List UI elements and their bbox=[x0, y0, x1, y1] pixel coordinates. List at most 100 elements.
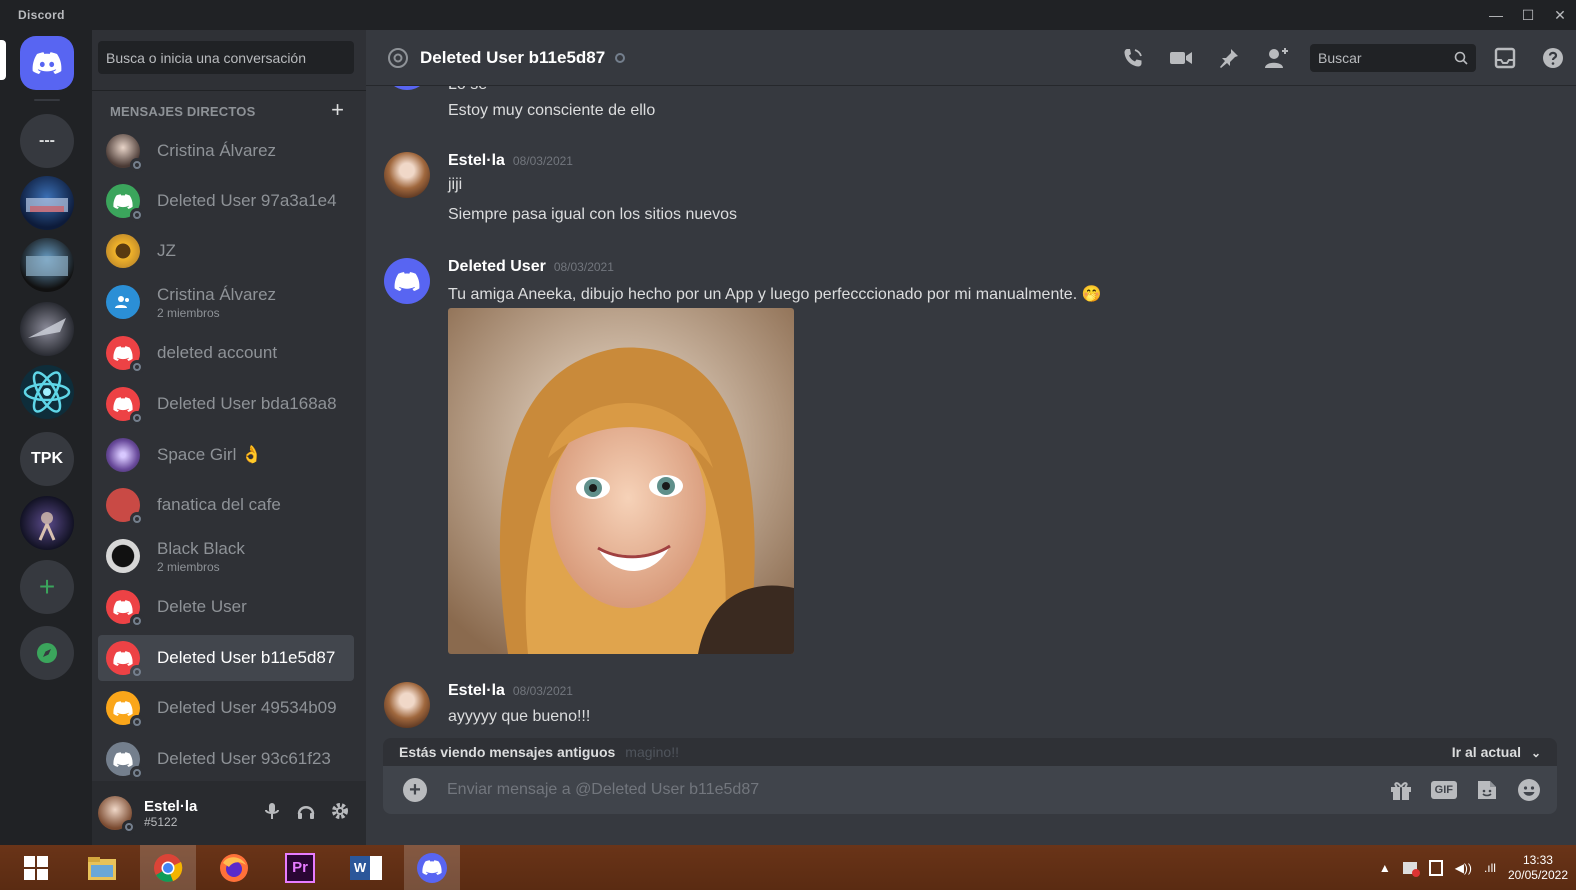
add-server-button[interactable]: + bbox=[20, 560, 74, 614]
chat-toolbar: Buscar bbox=[1118, 30, 1576, 86]
settings-gear-icon[interactable] bbox=[330, 801, 350, 821]
taskbar-file-explorer[interactable] bbox=[74, 845, 130, 890]
dm-item[interactable]: Deleted User 93c61f23 bbox=[98, 736, 354, 782]
dm-item[interactable]: JZ bbox=[98, 228, 354, 274]
taskbar-premiere[interactable]: Pr bbox=[272, 845, 328, 890]
dm-item[interactable]: Deleted User 49534b09 bbox=[98, 685, 354, 731]
taskbar-chrome[interactable] bbox=[140, 845, 196, 890]
chrome-icon bbox=[154, 853, 183, 882]
dm-sidebar: Busca o inicia una conversación MENSAJES… bbox=[92, 30, 366, 845]
voice-call-icon[interactable] bbox=[1118, 43, 1148, 73]
message-author[interactable]: Estel·la bbox=[448, 152, 505, 169]
gift-icon[interactable] bbox=[1389, 778, 1413, 802]
dm-item[interactable]: deleted account bbox=[98, 330, 354, 376]
gif-button[interactable]: GIF bbox=[1430, 781, 1457, 799]
microphone-icon[interactable] bbox=[262, 801, 282, 821]
dm-item[interactable]: Deleted User bda168a8 bbox=[98, 381, 354, 427]
dm-item[interactable]: fanatica del cafe bbox=[98, 482, 354, 528]
discord-logo-icon bbox=[32, 52, 62, 74]
battery-icon[interactable] bbox=[1428, 859, 1443, 876]
dm-item[interactable]: Space Girl 👌 bbox=[98, 432, 354, 478]
old-messages-hidden-text: magino!! bbox=[625, 744, 679, 760]
avatar[interactable] bbox=[384, 682, 430, 728]
minimize-button[interactable]: — bbox=[1480, 0, 1512, 30]
server-image-4[interactable] bbox=[20, 496, 74, 550]
jump-to-present-button[interactable]: Ir al actual ⌄ bbox=[1452, 744, 1541, 760]
system-tray: ▲ ◀)) .ıll 13:33 20/05/2022 bbox=[1379, 845, 1568, 890]
headphones-icon[interactable] bbox=[296, 801, 316, 821]
dm-name: Deleted User b11e5d87 bbox=[157, 648, 336, 667]
maximize-button[interactable]: ☐ bbox=[1512, 0, 1544, 30]
server-tpk[interactable]: TPK bbox=[20, 432, 74, 486]
inbox-icon[interactable] bbox=[1490, 43, 1520, 73]
explore-button[interactable] bbox=[20, 626, 74, 680]
emoji-icon[interactable] bbox=[1517, 778, 1541, 802]
dm-item[interactable]: Cristina Álvarez 2 miembros bbox=[98, 279, 354, 325]
tray-expand-icon[interactable]: ▲ bbox=[1379, 861, 1391, 875]
add-attachment-icon[interactable]: + bbox=[403, 778, 427, 802]
avatar[interactable] bbox=[384, 258, 430, 304]
taskbar-word[interactable]: W bbox=[338, 845, 394, 890]
clock-date: 20/05/2022 bbox=[1507, 867, 1568, 882]
composer-placeholder: Enviar mensaje a @Deleted User b11e5d87 bbox=[447, 781, 760, 798]
message-image-attachment[interactable] bbox=[448, 308, 794, 654]
start-button[interactable] bbox=[8, 845, 64, 890]
action-center-flag-icon[interactable] bbox=[1402, 861, 1420, 877]
video-call-icon[interactable] bbox=[1166, 43, 1196, 73]
create-dm-button[interactable]: + bbox=[331, 97, 344, 123]
windows-taskbar: Pr W ▲ ◀)) .ıll 13:33 20/05/2022 bbox=[0, 845, 1576, 890]
message-text: Siempre pasa igual con los sitios nuevos bbox=[448, 206, 738, 223]
avatar bbox=[106, 691, 144, 729]
dm-members: 2 miembros bbox=[157, 305, 220, 320]
active-indicator bbox=[0, 40, 6, 80]
chat-title: Deleted User b11e5d87 bbox=[420, 47, 606, 67]
dancer-image-icon bbox=[38, 512, 56, 541]
user-tag: #5122 bbox=[144, 814, 178, 829]
message-composer[interactable]: + Enviar mensaje a @Deleted User b11e5d8… bbox=[383, 766, 1557, 814]
avatar bbox=[106, 285, 140, 319]
server-dashes[interactable]: --- bbox=[20, 114, 74, 168]
help-icon[interactable] bbox=[1538, 43, 1568, 73]
dm-header: MENSAJES DIRECTOS + bbox=[92, 90, 366, 130]
clock-time: 13:33 bbox=[1522, 852, 1553, 867]
chat-search-placeholder: Buscar bbox=[1318, 50, 1362, 66]
server-atom[interactable] bbox=[20, 365, 74, 419]
avatar bbox=[106, 387, 144, 425]
taskbar-firefox[interactable] bbox=[206, 845, 262, 890]
message-text: ayyyyy que bueno!!! bbox=[448, 708, 591, 725]
dm-name: JZ bbox=[157, 241, 176, 260]
message-author[interactable]: Estel·la bbox=[448, 682, 505, 699]
search-icon bbox=[1454, 51, 1468, 65]
message-text: Lo sé bbox=[448, 86, 487, 94]
server-image-3[interactable] bbox=[20, 302, 74, 356]
avatar[interactable] bbox=[384, 152, 430, 198]
dm-item[interactable]: Delete User bbox=[98, 584, 354, 630]
avatar bbox=[106, 590, 144, 628]
server-image-2[interactable] bbox=[20, 238, 74, 292]
wifi-icon[interactable]: .ıll bbox=[1484, 861, 1496, 875]
chat-search-input[interactable]: Buscar bbox=[1310, 44, 1476, 72]
dm-item[interactable]: Cristina Álvarez bbox=[98, 128, 354, 174]
dm-name: Deleted User 97a3a1e4 bbox=[157, 191, 337, 210]
dm-name: Cristina Álvarez bbox=[157, 284, 277, 304]
close-button[interactable]: ✕ bbox=[1544, 0, 1576, 30]
volume-icon[interactable]: ◀)) bbox=[1455, 861, 1472, 875]
user-avatar[interactable] bbox=[98, 796, 136, 834]
dm-search-input[interactable]: Busca o inicia una conversación bbox=[98, 41, 354, 74]
dm-item-active[interactable]: Deleted User b11e5d87 bbox=[98, 635, 354, 681]
spaceship-icon bbox=[28, 318, 66, 338]
clock[interactable]: 13:33 20/05/2022 bbox=[1508, 853, 1568, 883]
pin-icon[interactable] bbox=[1214, 43, 1244, 73]
avatar bbox=[106, 336, 144, 374]
server-image-1[interactable] bbox=[20, 176, 74, 230]
sticker-icon[interactable] bbox=[1475, 778, 1499, 802]
home-button[interactable] bbox=[20, 36, 74, 90]
at-sign-icon bbox=[386, 46, 410, 70]
dm-item[interactable]: Deleted User 97a3a1e4 bbox=[98, 178, 354, 224]
add-friend-icon[interactable] bbox=[1262, 43, 1292, 73]
taskbar-discord[interactable] bbox=[404, 845, 460, 890]
message-author[interactable]: Deleted User bbox=[448, 258, 546, 275]
message-date: 08/03/2021 bbox=[553, 260, 614, 274]
dm-item[interactable]: Black Black 2 miembros bbox=[98, 533, 354, 579]
discord-logo-icon bbox=[113, 751, 133, 767]
